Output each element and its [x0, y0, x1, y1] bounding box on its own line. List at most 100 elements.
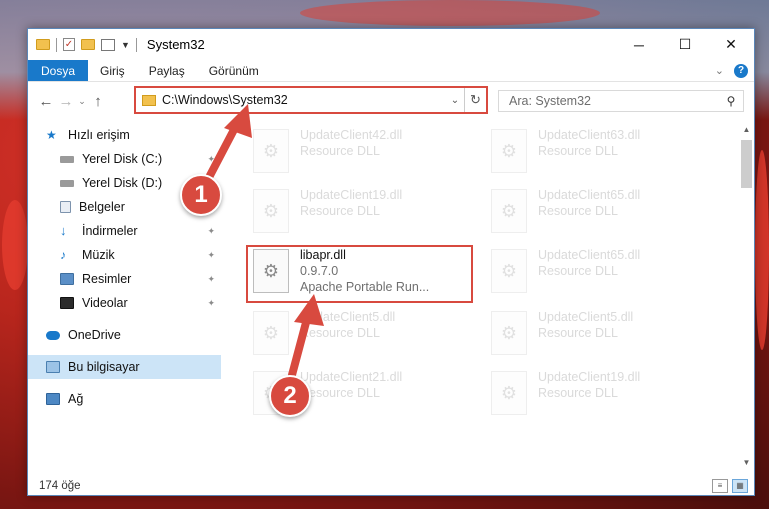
scroll-down-icon[interactable]: ▼ — [738, 454, 755, 471]
file-name: UpdateClient63.dll — [538, 128, 641, 142]
back-icon[interactable]: ← — [36, 93, 56, 110]
dll-file-icon: ⚙ — [491, 189, 527, 233]
folder-icon — [36, 39, 50, 50]
pin-icon[interactable]: ✦ — [207, 226, 215, 237]
file-description: Resource DLL — [538, 386, 618, 400]
scroll-up-icon[interactable]: ▲ — [738, 121, 755, 138]
file-description: Resource DLL — [300, 386, 380, 400]
up-icon[interactable]: ↑ — [88, 93, 108, 110]
list-item[interactable]: ⚙ UpdateClient5.dll Resource DLL — [475, 305, 710, 363]
view-switcher: ≡ ▦ — [712, 479, 754, 493]
file-name: UpdateClient5.dll — [300, 310, 396, 324]
network-icon — [46, 393, 60, 405]
sidebar-item-network[interactable]: Ağ — [28, 387, 221, 411]
vertical-scrollbar[interactable]: ▲ ▼ — [738, 121, 755, 471]
sidebar-item-downloads[interactable]: ↓ İndirmeler ✦ — [28, 219, 221, 243]
sidebar-item-pictures[interactable]: Resimler ✦ — [28, 267, 221, 291]
search-icon[interactable]: ⚲ — [719, 94, 743, 108]
ribbon-controls: ⌄ ? — [715, 60, 754, 81]
properties-icon[interactable]: ✓ — [63, 38, 75, 51]
dll-file-icon: ⚙ — [253, 129, 289, 173]
new-folder-icon[interactable] — [81, 39, 95, 50]
sidebar-item-quick-access[interactable]: ★ Hızlı erişim — [28, 123, 221, 147]
file-name: UpdateClient65.dll — [538, 248, 641, 262]
star-icon: ★ — [46, 128, 57, 142]
list-item[interactable]: ⚙ UpdateClient5.dll Resource DLL — [237, 305, 472, 363]
sidebar-item-this-pc[interactable]: Bu bilgisayar — [28, 355, 221, 379]
sidebar-item-label: Resimler — [82, 272, 132, 286]
sidebar-item-label: Müzik — [82, 248, 115, 262]
background-foliage — [300, 0, 600, 26]
dll-file-icon: ⚙ — [491, 249, 527, 293]
pin-icon[interactable]: ✦ — [207, 154, 215, 165]
item-count: 174 öğe — [39, 480, 81, 492]
file-description: Resource DLL — [300, 326, 380, 340]
file-description: Resource DLL — [300, 204, 380, 218]
computer-icon — [46, 361, 60, 373]
sidebar-item-videos[interactable]: Videolar ✦ — [28, 291, 221, 315]
scrollbar-thumb[interactable] — [741, 140, 752, 188]
file-name: UpdateClient5.dll — [538, 310, 634, 324]
expand-ribbon-icon[interactable]: ⌄ — [715, 64, 724, 77]
tab-dosya[interactable]: Dosya — [28, 60, 89, 81]
view-icon[interactable] — [101, 38, 115, 51]
address-path[interactable]: C:\Windows\System32 — [162, 93, 446, 107]
sidebar-item-label: Yerel Disk (C:) — [82, 152, 163, 166]
tab-paylas[interactable]: Paylaş — [137, 60, 197, 81]
list-item[interactable]: ⚙ UpdateClient65.dll Resource DLL — [475, 183, 710, 241]
music-icon: ♪ — [60, 248, 66, 262]
list-item[interactable]: ⚙ UpdateClient42.dll Resource DLL — [237, 123, 472, 181]
window-controls: ─ ☐ ✕ — [616, 29, 754, 60]
address-bar[interactable]: C:\Windows\System32 ⌄ ↻ — [134, 86, 488, 114]
dll-file-icon: ⚙ — [491, 311, 527, 355]
list-item[interactable]: ⚙ UpdateClient63.dll Resource DLL — [475, 123, 710, 181]
file-name: UpdateClient21.dll — [300, 370, 403, 384]
sidebar-item-label: Ağ — [68, 392, 84, 406]
details-view-icon[interactable]: ≡ — [712, 479, 728, 493]
close-button[interactable]: ✕ — [708, 29, 754, 60]
tab-giris[interactable]: Giriş — [88, 60, 137, 81]
file-name: UpdateClient65.dll — [538, 188, 641, 202]
step-2-badge: 2 — [269, 375, 311, 417]
list-item[interactable]: ⚙ UpdateClient19.dll Resource DLL — [475, 365, 710, 423]
help-icon[interactable]: ? — [734, 63, 748, 78]
pin-icon[interactable]: ✦ — [207, 250, 215, 261]
sidebar-item-local-disk-c[interactable]: Yerel Disk (C:) ✦ — [28, 147, 221, 171]
ribbon-tabs: Dosya Giriş Paylaş Görünüm ⌄ ? — [28, 60, 754, 82]
search-box[interactable]: Ara: System32 ⚲ — [498, 90, 744, 112]
sidebar-item-music[interactable]: ♪ Müzik ✦ — [28, 243, 221, 267]
pin-icon[interactable]: ✦ — [207, 298, 215, 309]
file-description: Resource DLL — [300, 144, 380, 158]
file-name: UpdateClient19.dll — [300, 188, 403, 202]
list-item[interactable]: ⚙ UpdateClient65.dll Resource DLL — [475, 243, 710, 301]
sidebar-item-onedrive[interactable]: OneDrive — [28, 323, 221, 347]
refresh-icon[interactable]: ↻ — [464, 88, 486, 112]
tab-gorunum[interactable]: Görünüm — [197, 60, 271, 81]
folder-icon — [142, 94, 156, 106]
divider — [56, 37, 57, 52]
sidebar-item-label: Bu bilgisayar — [68, 360, 140, 374]
large-icons-view-icon[interactable]: ▦ — [732, 479, 748, 493]
chevron-down-icon[interactable]: ⌄ — [446, 95, 464, 106]
chevron-down-icon[interactable]: ▼ — [121, 40, 130, 50]
sidebar-item-label: Yerel Disk (D:) — [82, 176, 163, 190]
window-title: System32 — [146, 37, 205, 52]
recent-locations-icon[interactable]: ⌄ — [76, 96, 88, 107]
file-description: Resource DLL — [538, 264, 618, 278]
drive-icon — [60, 155, 74, 163]
minimize-button[interactable]: ─ — [616, 29, 662, 60]
divider — [28, 315, 221, 323]
cloud-icon — [46, 330, 60, 340]
step-1-badge: 1 — [180, 174, 222, 216]
forward-icon[interactable]: → — [56, 93, 76, 110]
list-item[interactable]: ⚙ UpdateClient19.dll Resource DLL — [237, 183, 472, 241]
file-description: Resource DLL — [538, 326, 618, 340]
dll-file-icon: ⚙ — [253, 311, 289, 355]
pin-icon[interactable]: ✦ — [207, 274, 215, 285]
maximize-button[interactable]: ☐ — [662, 29, 708, 60]
drive-icon — [60, 179, 74, 187]
video-icon — [60, 297, 74, 309]
search-input[interactable]: Ara: System32 — [509, 94, 719, 108]
status-bar: 174 öğe ≡ ▦ — [28, 475, 754, 497]
file-name: UpdateClient42.dll — [300, 128, 403, 142]
